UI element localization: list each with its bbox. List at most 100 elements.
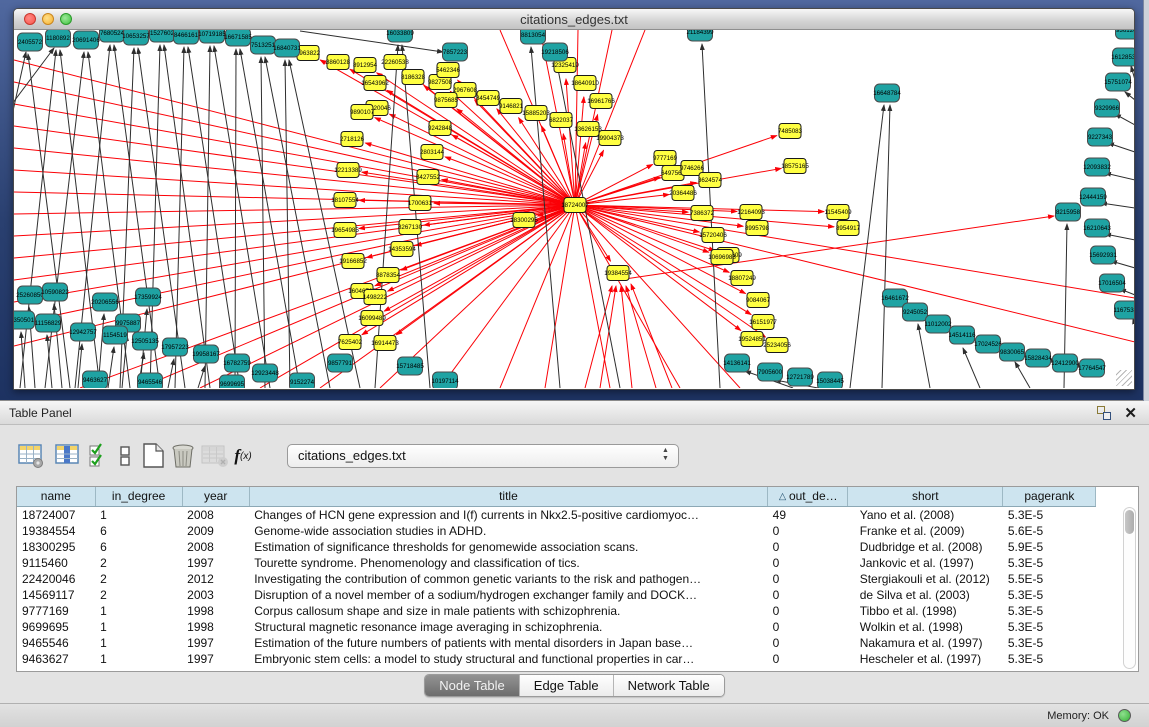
teal-node[interactable]: 1527602 bbox=[150, 30, 175, 42]
teal-node[interactable]: 20691406 bbox=[72, 31, 100, 49]
citation-edge-red[interactable] bbox=[14, 170, 575, 205]
cell-year[interactable]: 2003 bbox=[182, 587, 249, 603]
yellow-node[interactable]: 8878354 bbox=[376, 268, 401, 283]
table-row[interactable]: 1456911722003Disruption of a novel membe… bbox=[17, 587, 1117, 603]
teal-node[interactable]: 9465546 bbox=[138, 373, 163, 388]
tab-network-table[interactable]: Network Table bbox=[614, 675, 724, 696]
citation-edge-black[interactable] bbox=[285, 60, 290, 388]
table-row[interactable]: 2242004622012Investigating the contribut… bbox=[17, 571, 1117, 587]
new-table-icon[interactable] bbox=[138, 441, 168, 471]
cell-pagerank[interactable]: 5.3E-5 bbox=[1003, 587, 1096, 603]
cell-short[interactable]: Wolkin et al. (1998) bbox=[848, 619, 1003, 635]
table-row[interactable]: 1938455462009Genome-wide association stu… bbox=[17, 523, 1117, 539]
cell-in_degree[interactable]: 1 bbox=[95, 506, 182, 523]
yellow-node[interactable]: 6822037 bbox=[549, 113, 574, 128]
scrollbar-thumb[interactable] bbox=[1125, 510, 1134, 534]
yellow-node[interactable]: 8186328 bbox=[401, 70, 426, 85]
teal-node[interactable]: 16671585 bbox=[224, 30, 252, 46]
table-row[interactable]: 946554611997Estimation of the future num… bbox=[17, 635, 1117, 651]
teal-node[interactable]: 1180892 bbox=[46, 30, 71, 47]
citation-edge-black[interactable] bbox=[300, 31, 443, 52]
citation-edge-red[interactable] bbox=[416, 205, 575, 246]
yellow-node[interactable]: 9146821 bbox=[499, 99, 524, 114]
yellow-node[interactable]: 2803144 bbox=[420, 145, 445, 160]
teal-node[interactable]: 9699695 bbox=[220, 375, 245, 388]
network-window-titlebar[interactable]: citations_edges.txt bbox=[14, 9, 1134, 30]
teal-node[interactable]: 16033809 bbox=[386, 30, 414, 42]
teal-node[interactable]: 9329966 bbox=[1095, 99, 1120, 117]
citation-edge-black[interactable] bbox=[240, 49, 300, 388]
citation-edge-black[interactable] bbox=[108, 347, 114, 388]
teal-node[interactable]: 16210643 bbox=[1083, 219, 1111, 237]
citation-edge-black[interactable] bbox=[1105, 173, 1134, 180]
cell-short[interactable]: Hescheler et al. (1997) bbox=[848, 651, 1003, 667]
cell-in_degree[interactable]: 2 bbox=[95, 587, 182, 603]
yellow-node[interactable]: 16914473 bbox=[371, 336, 399, 351]
teal-node[interactable]: 17764547 bbox=[1078, 359, 1106, 377]
teal-node[interactable]: 9227343 bbox=[1088, 128, 1113, 146]
teal-node[interactable]: 8813054 bbox=[521, 30, 546, 44]
teal-node[interactable]: 17016504 bbox=[1098, 274, 1126, 292]
teal-node[interactable]: 8350501 bbox=[14, 311, 35, 329]
column-header-short[interactable]: short bbox=[848, 487, 1003, 506]
cell-year[interactable]: 2008 bbox=[182, 539, 249, 555]
teal-node[interactable]: 12942757 bbox=[69, 323, 97, 341]
cell-year[interactable]: 1997 bbox=[182, 651, 249, 667]
citation-edge-black[interactable] bbox=[963, 348, 980, 388]
citation-edge-black[interactable] bbox=[402, 45, 430, 388]
cell-year[interactable]: 2008 bbox=[182, 506, 249, 523]
table-row[interactable]: 977716911998Corpus callosum shape and si… bbox=[17, 603, 1117, 619]
citation-edge-black[interactable] bbox=[235, 49, 236, 388]
teal-node[interactable]: 25260850 bbox=[16, 286, 44, 304]
yellow-node[interactable]: 8860128 bbox=[326, 55, 351, 70]
teal-node[interactable]: 11012002 bbox=[924, 315, 952, 333]
cell-short[interactable]: Tibbo et al. (1998) bbox=[848, 603, 1003, 619]
cell-title[interactable]: Embryonic stem cells: a model to study s… bbox=[249, 651, 767, 667]
cell-title[interactable]: Estimation of the future numbers of pati… bbox=[249, 635, 767, 651]
tab-node-table[interactable]: Node Table bbox=[425, 675, 520, 696]
cell-short[interactable]: Stergiakouli et al. (2012) bbox=[848, 571, 1003, 587]
table-row[interactable]: 1872400712008Changes of HCN gene express… bbox=[17, 506, 1117, 523]
node-table-header[interactable]: namein_degreeyeartitle△out_de…shortpager… bbox=[17, 487, 1117, 506]
cell-pagerank[interactable]: 5.3E-5 bbox=[1003, 619, 1096, 635]
column-header-name[interactable]: name bbox=[17, 487, 95, 506]
teal-node[interactable]: 19218506 bbox=[541, 43, 569, 61]
citation-edge-black[interactable] bbox=[21, 332, 25, 388]
yellow-node[interactable]: 18575165 bbox=[781, 159, 809, 174]
yellow-node[interactable]: 20364486 bbox=[669, 186, 697, 201]
rows-icon[interactable] bbox=[110, 441, 140, 471]
citation-edge-red[interactable] bbox=[575, 30, 612, 205]
table-row[interactable]: 969969511998Structural magnetic resonanc… bbox=[17, 619, 1117, 635]
cell-out_de[interactable]: 49 bbox=[768, 506, 848, 523]
teal-node[interactable]: 2405572 bbox=[18, 33, 43, 51]
column-header-year[interactable]: year bbox=[182, 487, 249, 506]
citation-edge-black[interactable] bbox=[205, 46, 210, 388]
cell-in_degree[interactable]: 2 bbox=[95, 555, 182, 571]
yellow-node[interactable]: 18300295 bbox=[510, 213, 538, 228]
cell-in_degree[interactable]: 2 bbox=[95, 571, 182, 587]
cell-name[interactable]: 22420046 bbox=[17, 571, 95, 587]
teal-node[interactable]: 16648784 bbox=[873, 84, 901, 102]
yellow-node[interactable]: 15885203 bbox=[522, 106, 550, 121]
citation-edge-black[interactable] bbox=[1131, 66, 1134, 80]
cell-short[interactable]: de Silva et al. (2003) bbox=[848, 587, 1003, 603]
citation-edge-black[interactable] bbox=[14, 52, 26, 170]
citation-edge-black[interactable] bbox=[850, 105, 884, 388]
table-vertical-scrollbar[interactable] bbox=[1123, 507, 1136, 669]
network-canvas-container[interactable]: 7963822886012889129542226053816543962818… bbox=[14, 30, 1134, 388]
teal-node[interactable]: 10719185 bbox=[198, 30, 226, 43]
cell-out_de[interactable]: 0 bbox=[768, 603, 848, 619]
teal-node[interactable]: 9152274 bbox=[290, 373, 315, 388]
teal-node[interactable]: 16782759 bbox=[223, 354, 251, 372]
teal-node[interactable]: 11156829 bbox=[35, 314, 62, 332]
teal-node[interactable]: 7857223 bbox=[443, 43, 468, 61]
cell-short[interactable]: Yano et al. (2008) bbox=[848, 506, 1003, 523]
teal-node[interactable]: 7905600 bbox=[758, 363, 783, 381]
column-header-in_degree[interactable]: in_degree bbox=[95, 487, 182, 506]
cell-in_degree[interactable]: 6 bbox=[95, 523, 182, 539]
citation-edge-black[interactable] bbox=[1125, 92, 1134, 100]
cell-short[interactable]: Dudbridge et al. (2008) bbox=[848, 539, 1003, 555]
cell-name[interactable]: 9463627 bbox=[17, 651, 95, 667]
yellow-node[interactable]: 18640910 bbox=[571, 76, 599, 91]
cell-out_de[interactable]: 0 bbox=[768, 539, 848, 555]
